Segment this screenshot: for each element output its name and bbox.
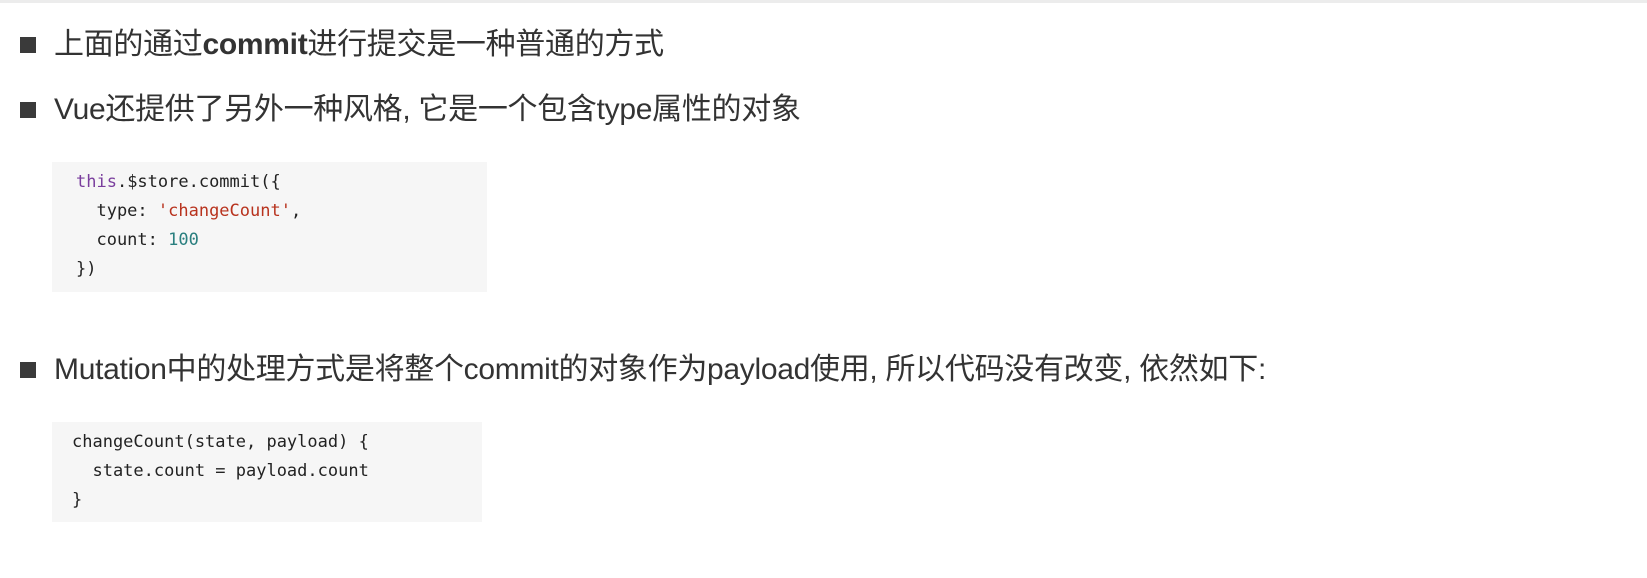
bullet-1-keyword: commit <box>202 28 308 61</box>
code-text: }) <box>76 259 97 279</box>
code-number: 100 <box>168 230 199 250</box>
code-line: this.$store.commit({ <box>76 168 487 197</box>
bullet-text-3: Mutation中的处理方式是将整个commit的对象作为payload使用, … <box>54 353 1266 386</box>
bullet-item-1: 上面的通过commit进行提交是一种普通的方式 <box>20 25 664 65</box>
code-text: , <box>290 201 302 221</box>
code-line: count: 100 <box>76 226 487 255</box>
code-string: 'changeCount' <box>157 201 291 221</box>
code-text: type: <box>76 201 158 221</box>
code-text: .$store.commit({ <box>116 172 281 192</box>
square-bullet-icon <box>20 37 36 53</box>
code-line: }) <box>76 255 487 284</box>
code-keyword: this <box>76 172 117 192</box>
bullet-item-3: Mutation中的处理方式是将整个commit的对象作为payload使用, … <box>20 350 1266 390</box>
square-bullet-icon <box>20 362 36 378</box>
top-border <box>0 0 1647 3</box>
bullet-text-2: Vue还提供了另外一种风格, 它是一个包含type属性的对象 <box>54 93 801 126</box>
code-line: changeCount(state, payload) { <box>72 432 369 452</box>
code-text: count: <box>76 230 169 250</box>
code-block-commit-object: this.$store.commit({ type: 'changeCount'… <box>52 162 487 292</box>
bullet-1-part-c: 进行提交是一种普通的方式 <box>307 28 664 61</box>
code-line: } <box>72 490 83 510</box>
code-line: type: 'changeCount', <box>76 197 487 226</box>
bullet-1-part-a: 上面的通过 <box>54 28 203 61</box>
code-line: state.count = payload.count <box>72 461 369 481</box>
bullet-item-2: Vue还提供了另外一种风格, 它是一个包含type属性的对象 <box>20 90 801 130</box>
code-block-mutation-handler: changeCount(state, payload) { state.coun… <box>52 422 482 522</box>
bullet-text-1: 上面的通过commit进行提交是一种普通的方式 <box>54 25 664 65</box>
square-bullet-icon <box>20 102 36 118</box>
